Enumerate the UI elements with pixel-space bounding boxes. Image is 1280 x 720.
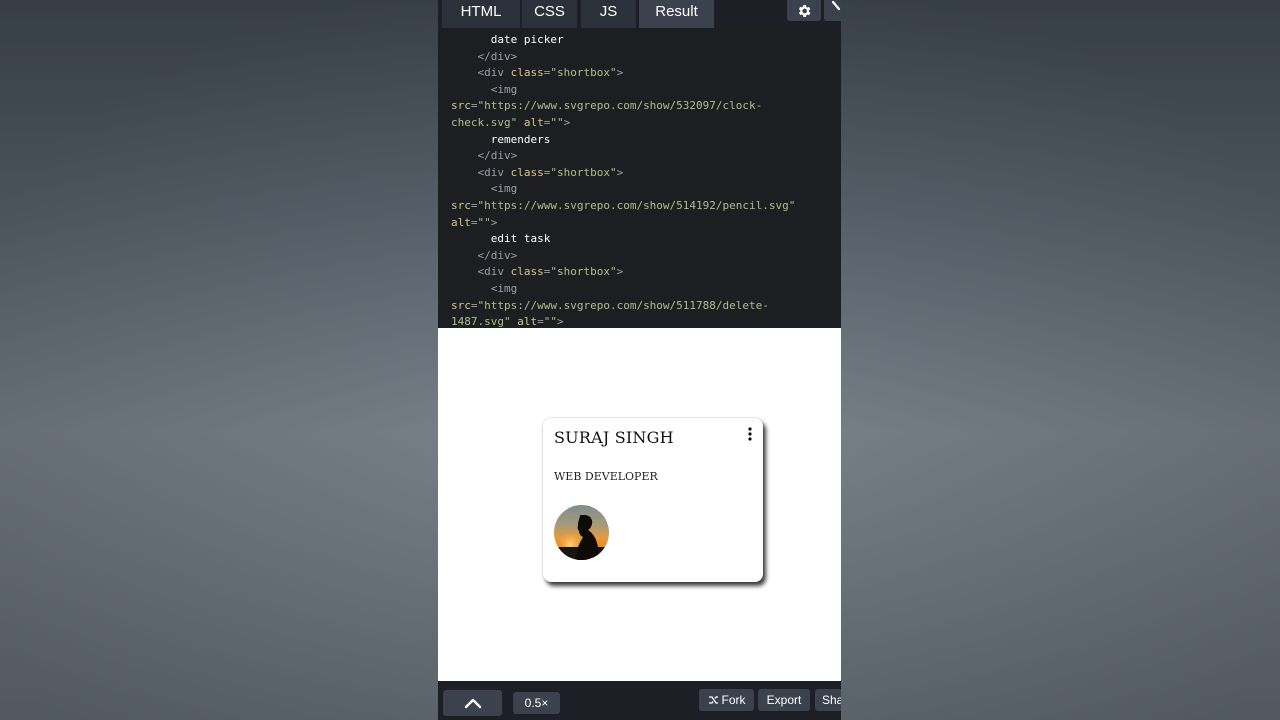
chevron-up-icon bbox=[464, 698, 481, 709]
code-line: <img bbox=[438, 82, 841, 99]
code-token: alt bbox=[517, 315, 538, 328]
code-token: </div> bbox=[477, 248, 518, 262]
code-token: > bbox=[616, 265, 624, 279]
code-token: src bbox=[451, 99, 471, 113]
code-token: > bbox=[616, 165, 624, 179]
code-token: 1487.svg" bbox=[451, 315, 518, 328]
expand-button[interactable] bbox=[824, 0, 841, 21]
tab-result[interactable]: Result bbox=[639, 0, 716, 28]
fork-button[interactable]: Fork bbox=[699, 689, 754, 711]
collapse-button[interactable] bbox=[443, 690, 502, 716]
code-editor[interactable]: date picker </div> <div class="shortbox"… bbox=[438, 28, 841, 328]
profile-name: SURAJ SINGH bbox=[554, 428, 674, 447]
code-line: </div> bbox=[438, 148, 841, 165]
code-token: = bbox=[470, 99, 478, 113]
code-token: </div> bbox=[477, 149, 518, 163]
code-line: check.svg" alt=""> bbox=[438, 115, 841, 132]
code-line: <img bbox=[438, 181, 841, 198]
code-token: "https://www.svgrepo.com/show/532097/clo… bbox=[477, 99, 763, 113]
code-line: remenders bbox=[438, 132, 841, 149]
code-token: <img bbox=[490, 281, 518, 295]
code-token: </div> bbox=[477, 49, 518, 63]
code-line: src="https://www.svgrepo.com/show/511788… bbox=[438, 298, 841, 315]
code-token: "" bbox=[543, 315, 557, 328]
code-token: "" bbox=[477, 215, 491, 229]
zoom-button[interactable]: 0.5× bbox=[513, 692, 560, 714]
settings-button[interactable] bbox=[787, 0, 821, 21]
code-token: <div bbox=[477, 265, 511, 279]
code-line: date picker bbox=[438, 32, 841, 49]
codepen-window: HTML CSS JS Result date picker </div> <d… bbox=[438, 0, 841, 720]
code-token: "shortbox" bbox=[550, 165, 617, 179]
code-line: </div> bbox=[438, 49, 841, 66]
expand-icon bbox=[831, 0, 841, 11]
code-line: </div> bbox=[438, 248, 841, 265]
code-token: class bbox=[510, 165, 544, 179]
code-line: src="https://www.svgrepo.com/show/514192… bbox=[438, 198, 841, 215]
code-token: > bbox=[556, 315, 564, 328]
code-token: > bbox=[616, 66, 624, 80]
tab-css[interactable]: CSS bbox=[522, 0, 579, 28]
code-token: alt bbox=[523, 115, 544, 129]
code-token: = bbox=[537, 315, 544, 328]
code-token: > bbox=[563, 115, 571, 129]
code-line: <div class="shortbox"> bbox=[438, 65, 841, 82]
code-token: "shortbox" bbox=[550, 265, 617, 279]
avatar-silhouette bbox=[554, 505, 609, 560]
code-line: <div class="shortbox"> bbox=[438, 264, 841, 281]
code-token: = bbox=[470, 298, 478, 312]
gear-icon bbox=[798, 4, 811, 17]
bottom-toolbar: 0.5× Fork Export Sha bbox=[438, 681, 841, 720]
code-token: class bbox=[510, 66, 544, 80]
fork-label: Fork bbox=[721, 693, 746, 707]
code-token: edit task bbox=[490, 232, 551, 246]
code-token: "" bbox=[550, 115, 564, 129]
code-token: = bbox=[470, 198, 478, 212]
editor-tab-bar: HTML CSS JS Result bbox=[438, 0, 841, 28]
code-token: remenders bbox=[490, 132, 551, 146]
code-token: <img bbox=[490, 82, 518, 96]
profile-role: WEB DEVELOPER bbox=[554, 470, 658, 483]
code-token: "https://www.svgrepo.com/show/511788/del… bbox=[477, 298, 769, 312]
avatar bbox=[554, 505, 609, 560]
result-pane: SURAJ SINGH WEB DEVELOPER bbox=[438, 328, 841, 681]
code-line: alt=""> bbox=[438, 215, 841, 232]
code-token: "https://www.svgrepo.com/show/514192/pen… bbox=[477, 198, 796, 212]
fork-icon bbox=[708, 696, 718, 704]
export-button[interactable]: Export bbox=[758, 689, 810, 711]
profile-card: SURAJ SINGH WEB DEVELOPER bbox=[543, 418, 763, 582]
code-line: src="https://www.svgrepo.com/show/532097… bbox=[438, 98, 841, 115]
code-token: <div bbox=[477, 165, 511, 179]
code-token: "shortbox" bbox=[550, 66, 617, 80]
code-token: <div bbox=[477, 66, 511, 80]
code-token: date picker bbox=[490, 33, 564, 46]
code-token: = bbox=[470, 215, 478, 229]
code-token: src bbox=[451, 198, 471, 212]
code-line: <img bbox=[438, 281, 841, 298]
more-vertical-icon[interactable] bbox=[746, 427, 754, 441]
code-token: src bbox=[451, 298, 471, 312]
code-token: > bbox=[490, 215, 498, 229]
tab-html[interactable]: HTML bbox=[442, 0, 522, 28]
code-token: alt bbox=[451, 215, 471, 229]
code-line: edit task bbox=[438, 231, 841, 248]
code-line: 1487.svg" alt=""> bbox=[438, 314, 841, 328]
code-token: check.svg" bbox=[451, 115, 524, 129]
code-token: class bbox=[510, 265, 544, 279]
code-line: <div class="shortbox"> bbox=[438, 165, 841, 182]
tab-js[interactable]: JS bbox=[581, 0, 638, 28]
code-token: <img bbox=[490, 182, 518, 196]
share-button[interactable]: Sha bbox=[815, 689, 841, 711]
